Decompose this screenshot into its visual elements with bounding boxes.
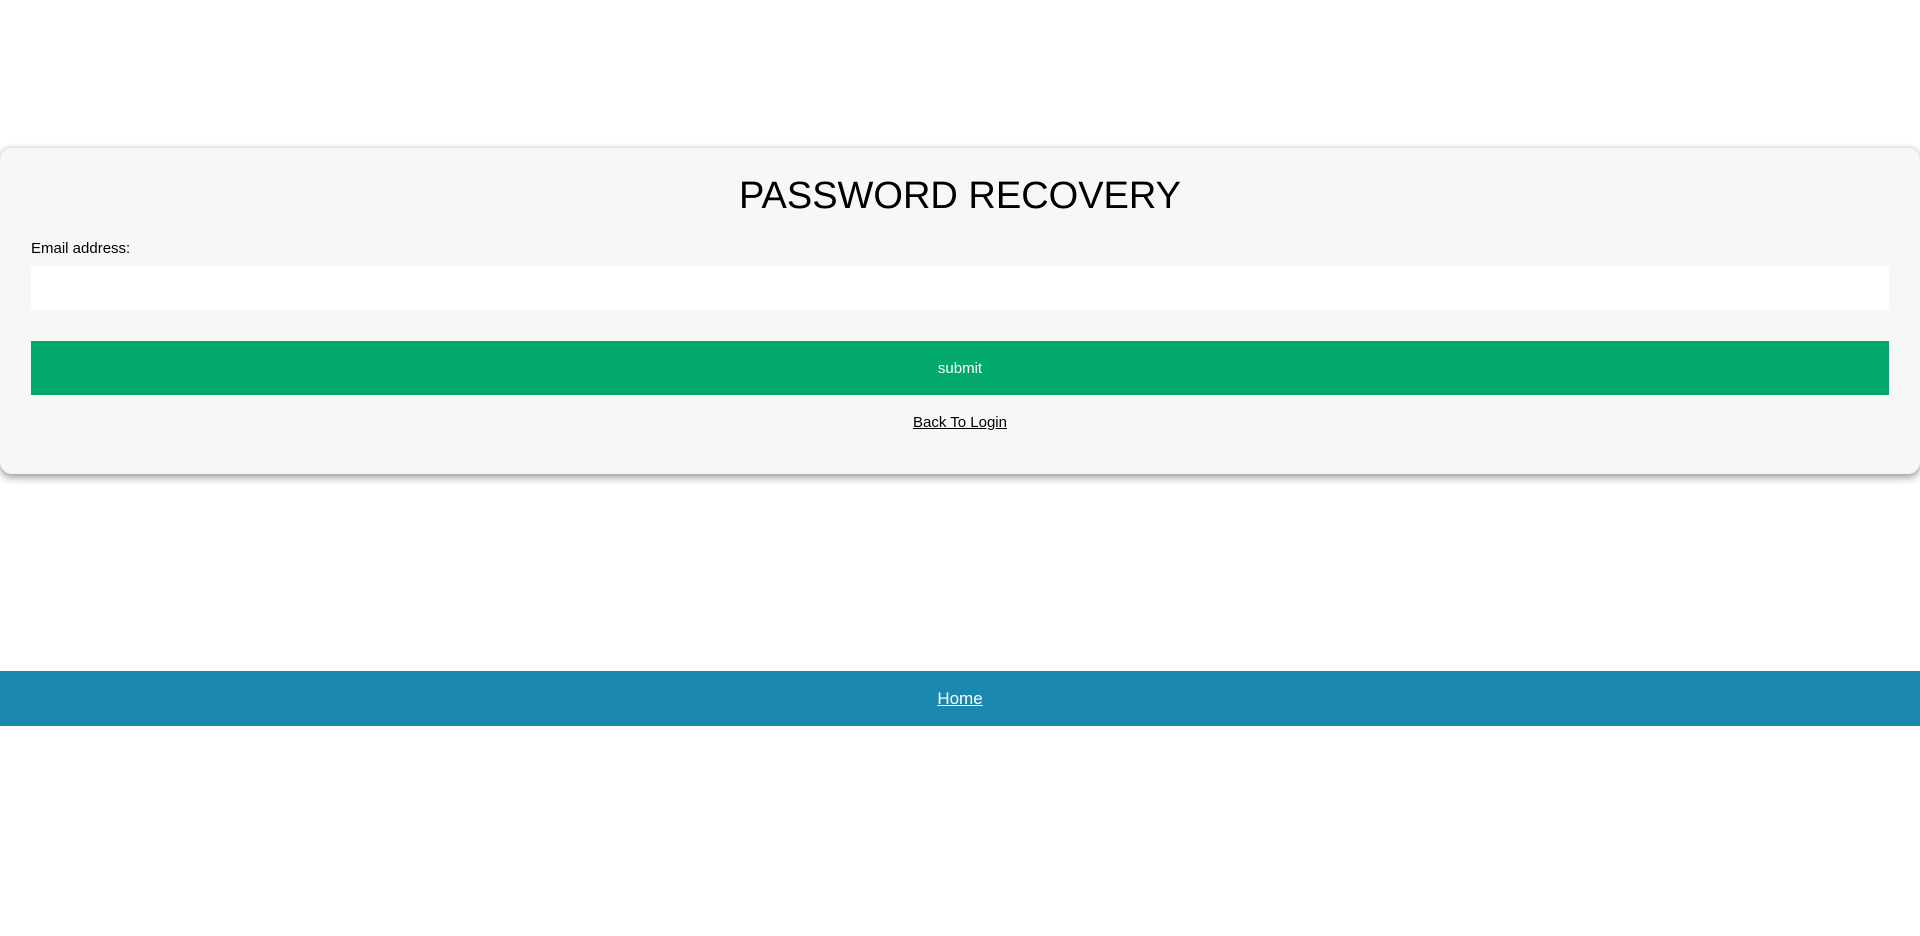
password-recovery-card: PASSWORD RECOVERY Email address: submit … (0, 148, 1920, 474)
submit-button[interactable]: submit (31, 341, 1889, 395)
page: PASSWORD RECOVERY Email address: submit … (0, 0, 1920, 936)
email-label: Email address: (31, 240, 131, 257)
footer-bar: Home (0, 671, 1920, 726)
page-title: PASSWORD RECOVERY (738, 175, 1181, 217)
home-link[interactable]: Home (937, 689, 982, 708)
back-link-container: Back To Login (0, 414, 1920, 432)
back-to-login-link[interactable]: Back To Login (913, 414, 1007, 431)
email-field[interactable] (31, 266, 1889, 310)
